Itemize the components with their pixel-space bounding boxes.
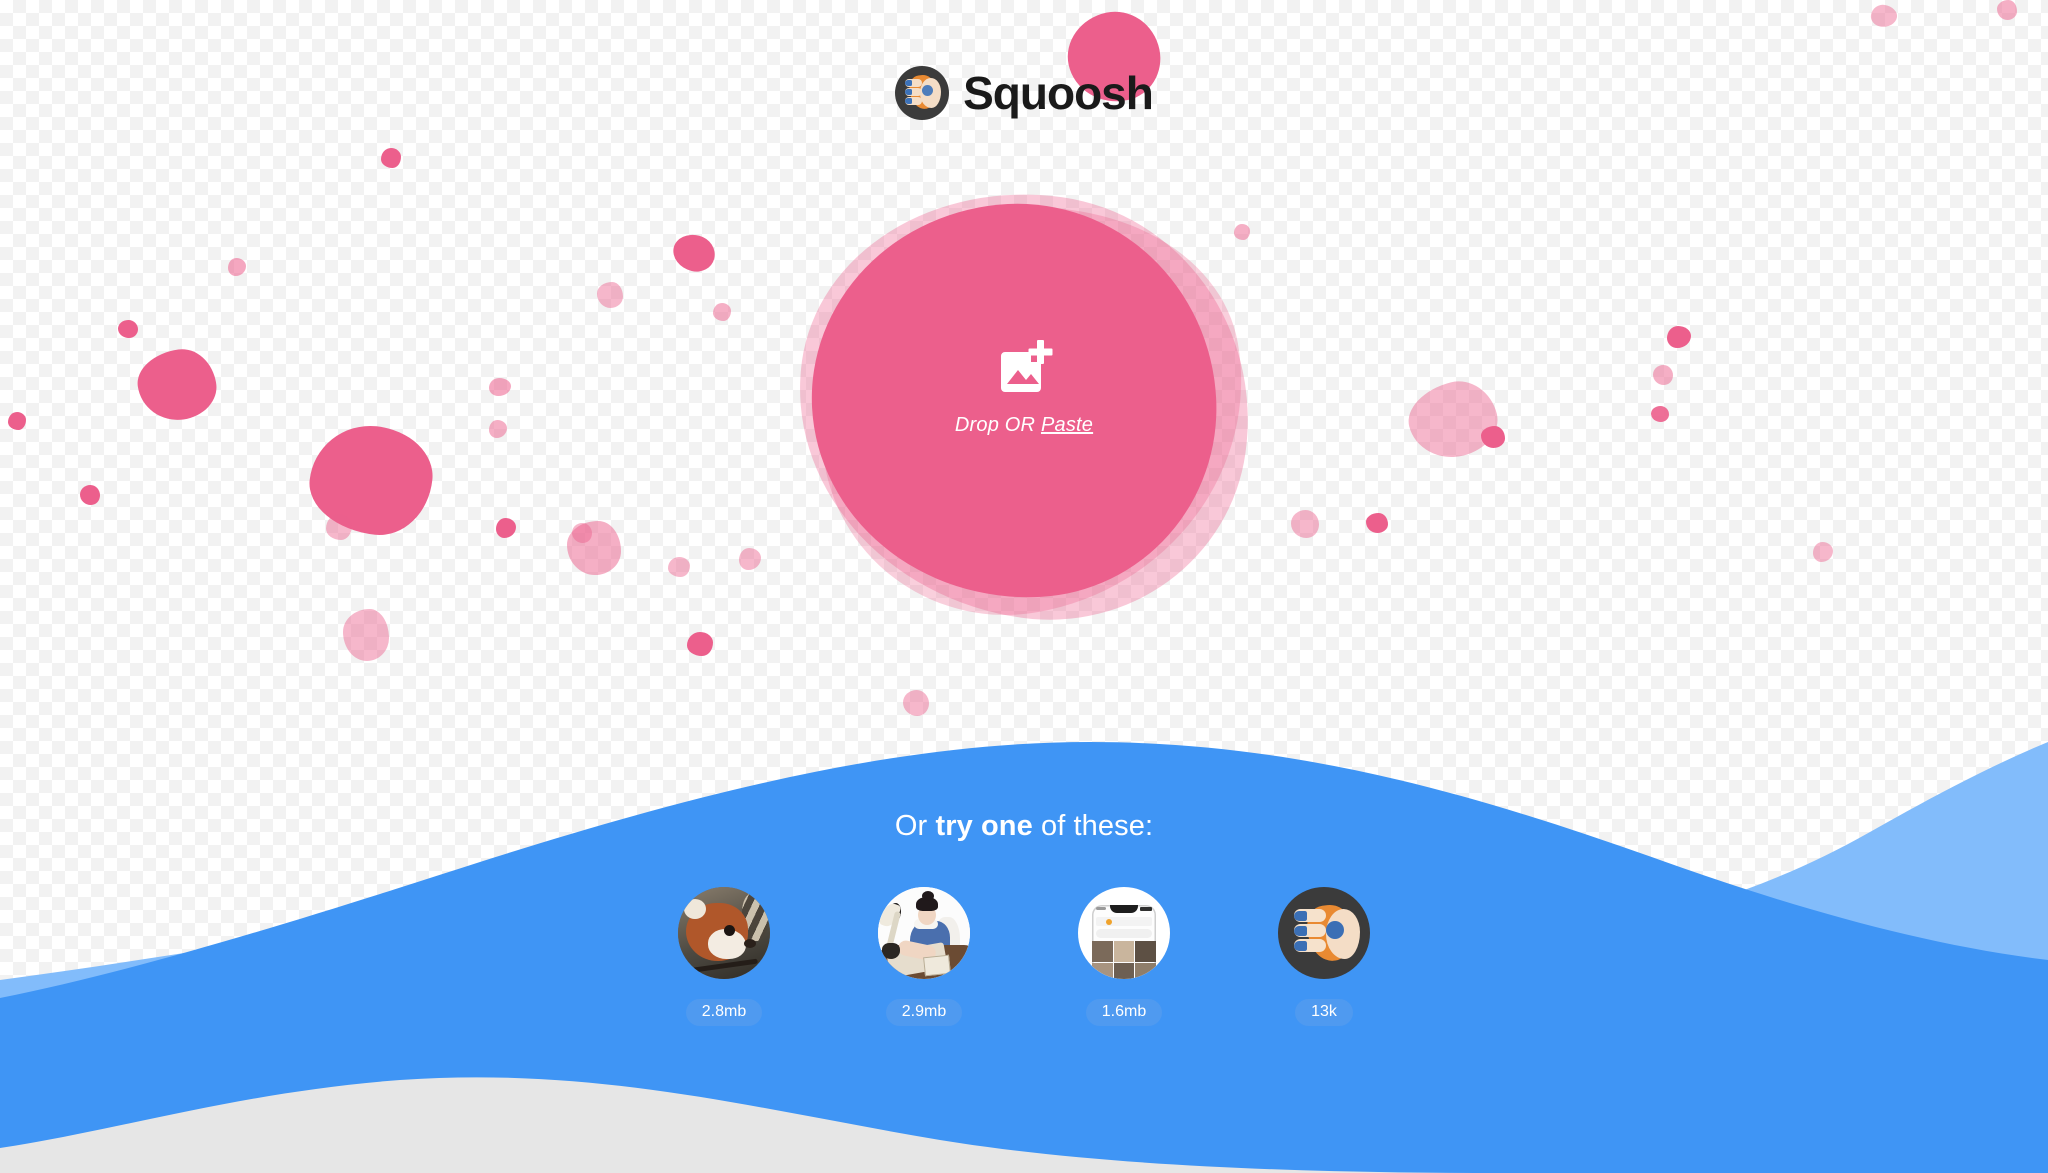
photo-cell	[1113, 963, 1135, 979]
drop-label-prefix: Drop OR	[954, 414, 1041, 436]
decorative-blob	[1366, 513, 1388, 533]
decorative-blob	[489, 378, 511, 396]
decorative-blob	[1481, 426, 1505, 448]
samples-heading: Or try one of these:	[895, 810, 1153, 843]
decorative-blob	[1869, 2, 1899, 30]
decorative-blob	[8, 412, 26, 430]
samples-heading-prefix: Or	[894, 810, 936, 842]
samples-heading-bold: try one	[935, 810, 1033, 842]
illus-envelope	[923, 954, 951, 977]
add-photo-icon	[995, 338, 1053, 396]
decorative-blob	[1653, 365, 1673, 385]
phone-app-bar	[1096, 917, 1152, 926]
photo-cell	[1092, 941, 1113, 962]
squoosh-logo-icon	[895, 66, 950, 120]
phone-device	[1092, 905, 1156, 979]
logo-thumb-finger-1	[1294, 909, 1326, 922]
panda-ear	[684, 899, 706, 919]
decorative-blob	[567, 521, 621, 575]
sample-thumbnail-illustration[interactable]	[878, 887, 970, 979]
drop-zone-content: Drop OR Paste	[794, 338, 1254, 437]
illus-hair-bun	[922, 891, 934, 901]
phone-search-bar	[1096, 929, 1152, 938]
logo-finger-3	[905, 97, 923, 105]
samples-heading-suffix: of these:	[1032, 810, 1154, 842]
decorative-blob	[304, 419, 438, 541]
sample-thumbnail-red-panda[interactable]	[678, 887, 770, 979]
decorative-blob	[133, 344, 221, 426]
panda-nose	[744, 939, 756, 948]
phone-app-icon	[1106, 919, 1112, 925]
decorative-blob	[228, 258, 246, 276]
logo-thumb-finger-2	[1294, 924, 1326, 937]
decorative-blob	[326, 514, 352, 540]
app-logo[interactable]: Squoosh	[0, 66, 2048, 120]
sample-thumbnail-phone-screenshot[interactable]	[1078, 887, 1170, 979]
decorative-blob	[496, 518, 516, 538]
sample-item-squoosh-logo[interactable]: 13k	[1278, 887, 1370, 1026]
decorative-blob	[597, 282, 623, 308]
decorative-blob	[572, 523, 592, 543]
squoosh-app-root: Squoosh Drop OR Paste Or try one of thes…	[0, 0, 2048, 1173]
logo-finger-2	[905, 88, 923, 96]
decorative-blob	[739, 548, 761, 570]
sample-images-section: Or try one of these: 2.8mb 2.9mb 1.6mb 1…	[0, 810, 2048, 1026]
add-photo-svg	[1001, 340, 1053, 392]
decorative-blob	[668, 557, 690, 577]
photo-cell	[1135, 941, 1156, 962]
decorative-blob	[1813, 542, 1833, 562]
sample-size-badge: 1.6mb	[1085, 999, 1163, 1026]
decorative-blob	[1651, 406, 1669, 422]
paste-link[interactable]: Paste	[1041, 414, 1093, 436]
sample-size-badge: 2.8mb	[685, 999, 763, 1026]
decorative-blob	[118, 320, 138, 338]
drop-zone[interactable]: Drop OR Paste	[770, 164, 1278, 646]
sample-thumbnails-row: 2.8mb 2.9mb 1.6mb 13k	[678, 887, 1370, 1026]
logo-thumb-finger-3	[1294, 939, 1326, 952]
drop-zone-label: Drop OR Paste	[955, 414, 1093, 437]
sample-size-badge: 2.9mb	[885, 999, 963, 1026]
photo-cell	[1113, 941, 1135, 962]
illus-inkwell	[882, 943, 900, 959]
phone-status-right	[1140, 907, 1152, 911]
panda-eye	[724, 925, 735, 936]
sample-thumbnail-squoosh-logo[interactable]	[1278, 887, 1370, 979]
decorative-blob	[713, 303, 731, 321]
phone-photo-grid	[1092, 941, 1156, 979]
decorative-blob	[1997, 0, 2017, 20]
decorative-blob	[1291, 510, 1319, 538]
photo-cell	[1135, 963, 1156, 979]
decorative-blob	[1667, 326, 1691, 348]
photo-cell	[1092, 963, 1113, 979]
sample-size-badge: 13k	[1295, 999, 1353, 1026]
phone-notch	[1110, 905, 1138, 913]
decorative-blob	[381, 148, 401, 168]
decorative-blob	[1401, 373, 1505, 467]
sample-item-red-panda[interactable]: 2.8mb	[678, 887, 770, 1026]
logo-finger-1	[905, 79, 923, 87]
decorative-blob	[489, 420, 507, 438]
decorative-blob	[669, 230, 719, 276]
sample-item-phone-screenshot[interactable]: 1.6mb	[1078, 887, 1170, 1026]
app-title: Squoosh	[963, 67, 1154, 119]
sample-item-illustration[interactable]: 2.9mb	[878, 887, 970, 1026]
decorative-blob	[80, 485, 100, 505]
phone-status-left	[1096, 907, 1106, 910]
logo-thumb-nail	[1326, 921, 1344, 939]
